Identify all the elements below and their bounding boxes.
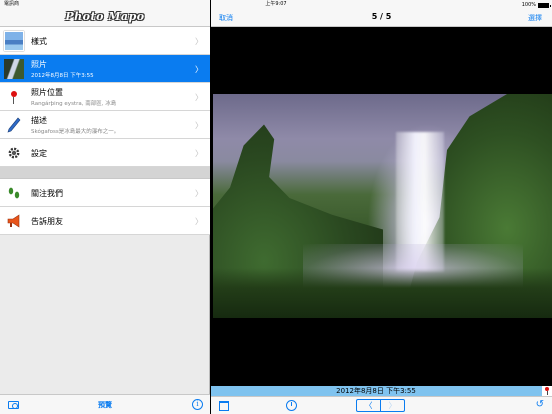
photo-foreground bbox=[213, 268, 552, 318]
chevron-right-icon: 〉 bbox=[195, 149, 203, 158]
right-panel: 取消 5 / 5 選擇 2012年8月8日 下午3:55 〈 〉 ↺ bbox=[211, 0, 552, 414]
prev-next-segmented-control: 〈 〉 bbox=[356, 399, 405, 412]
menu-item-photo[interactable]: 照片 2012年8月8日 下午3:55 〉 bbox=[0, 55, 210, 83]
photo-thumbnail-icon bbox=[4, 59, 24, 79]
menu-item-label: 照片位置 bbox=[31, 88, 63, 97]
preview-button[interactable]: 預覽 bbox=[0, 400, 210, 410]
status-bar: 電訊商 上午9:07 100% bbox=[0, 0, 552, 8]
chevron-right-icon: 〉 bbox=[195, 189, 203, 198]
photo-counter-title: 5 / 5 bbox=[371, 12, 392, 21]
chevron-right-icon: 〉 bbox=[195, 93, 203, 102]
menu-item-follow-us[interactable]: 關注我們 〉 bbox=[0, 179, 210, 207]
photo-date-caption-bar: 2012年8月8日 下午3:55 bbox=[211, 386, 552, 396]
chevron-right-icon: 〉 bbox=[195, 65, 203, 74]
photo-toolbar: 〈 〉 ↺ bbox=[211, 396, 552, 414]
menu-item-label: 描述 bbox=[31, 116, 47, 125]
choose-button[interactable]: 選擇 bbox=[528, 13, 542, 23]
menu-item-label: 設定 bbox=[31, 149, 47, 158]
photo-date-caption: 2012年8月8日 下午3:55 bbox=[336, 387, 416, 395]
battery-percent: 100% bbox=[521, 2, 536, 8]
menu-item-description[interactable]: 描述 Skógafoss是冰島最大的瀑布之一。 〉 bbox=[0, 111, 210, 139]
clock-time: 上午9:07 bbox=[265, 1, 287, 7]
chevron-right-icon: 〉 bbox=[195, 217, 203, 226]
map-pin-icon bbox=[4, 87, 24, 107]
menu-item-label: 樣式 bbox=[31, 37, 47, 46]
menu-item-label: 告訴朋友 bbox=[31, 217, 63, 226]
previous-photo-button[interactable]: 〈 bbox=[357, 400, 380, 411]
left-panel: Photo Mapo 樣式 〉 照片 2012年8月8日 下午3:55 〉 照片… bbox=[0, 0, 210, 414]
left-toolbar: 預覽 i bbox=[0, 394, 210, 414]
menu-item-location[interactable]: 照片位置 Rangárþing eystra, 南部區, 冰島 〉 bbox=[0, 83, 210, 111]
menu-item-label: 關注我們 bbox=[31, 189, 63, 198]
menu-item-label: 照片 bbox=[31, 60, 47, 69]
undo-icon[interactable]: ↺ bbox=[536, 399, 544, 410]
waterfall-photo[interactable] bbox=[213, 94, 552, 318]
calendar-icon[interactable] bbox=[219, 401, 229, 411]
location-pin-icon bbox=[542, 386, 552, 396]
menu-item-subtitle: Rangárþing eystra, 南部區, 冰島 bbox=[31, 101, 117, 107]
footprints-icon bbox=[4, 183, 24, 203]
app-logo: Photo Mapo bbox=[65, 10, 145, 23]
main-menu: 樣式 〉 照片 2012年8月8日 下午3:55 〉 照片位置 Rangárþi… bbox=[0, 27, 210, 235]
chevron-right-icon: 〉 bbox=[195, 37, 203, 46]
pen-icon bbox=[4, 115, 24, 135]
chevron-right-icon: 〉 bbox=[195, 121, 203, 130]
clock-icon[interactable] bbox=[286, 400, 297, 411]
gear-icon bbox=[4, 143, 24, 163]
next-photo-button[interactable]: 〉 bbox=[380, 400, 404, 411]
info-button[interactable]: i bbox=[192, 399, 203, 410]
menu-item-subtitle: 2012年8月8日 下午3:55 bbox=[31, 73, 94, 79]
section-separator bbox=[0, 167, 210, 179]
menu-item-tell-friends[interactable]: 告訴朋友 〉 bbox=[0, 207, 210, 235]
menu-item-settings[interactable]: 設定 〉 bbox=[0, 139, 210, 167]
menu-item-subtitle: Skógafoss是冰島最大的瀑布之一。 bbox=[31, 129, 120, 135]
megaphone-icon bbox=[4, 211, 24, 231]
template-thumbnail-icon bbox=[4, 31, 24, 51]
battery-indicator: 100% bbox=[521, 1, 551, 9]
menu-item-template[interactable]: 樣式 〉 bbox=[0, 27, 210, 55]
battery-icon bbox=[538, 2, 551, 8]
